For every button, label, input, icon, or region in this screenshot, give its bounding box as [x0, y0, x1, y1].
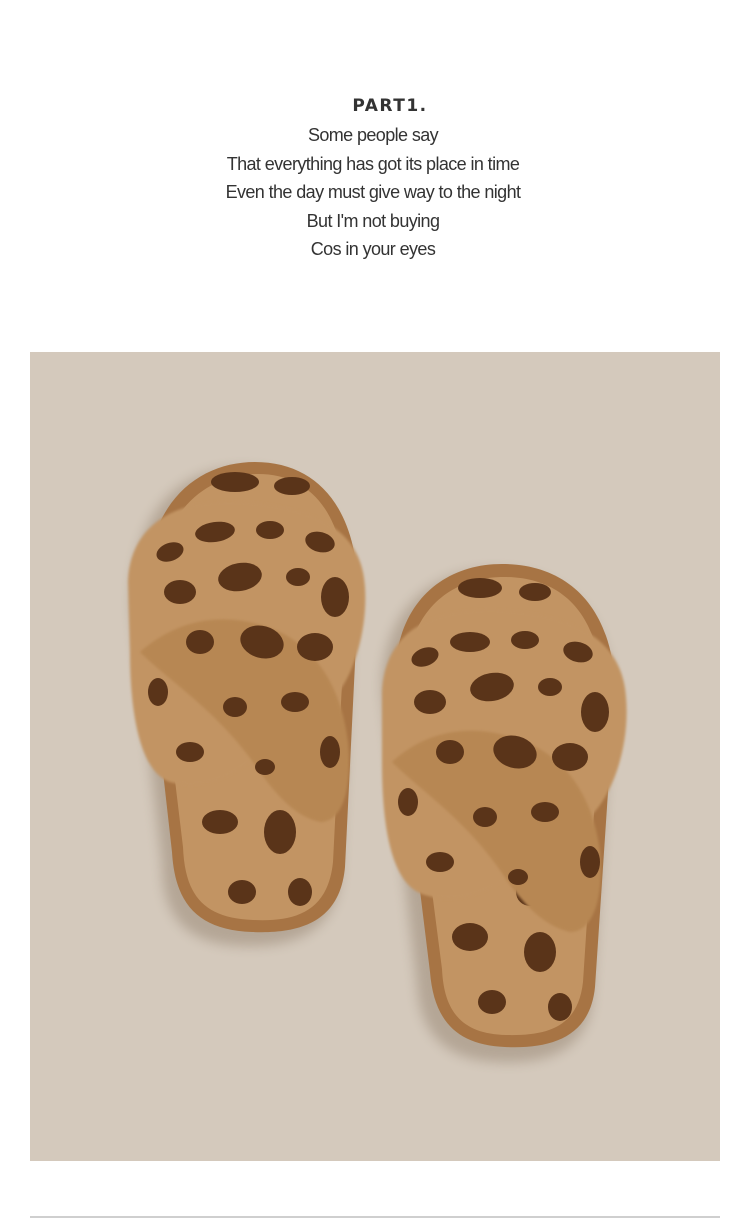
divider — [30, 1216, 720, 1218]
leopard-slippers-icon — [128, 462, 627, 1063]
lyric-line: Cos in your eyes — [310, 239, 436, 259]
lyric-line: Even the day must give way to the night — [225, 182, 521, 202]
lyric-line: Some people say — [307, 125, 439, 145]
lyric-line: That everything has got its place in tim… — [226, 153, 520, 174]
lyric-line: But I'm not buying — [306, 210, 440, 231]
product-photo — [30, 352, 720, 1161]
lyrics-text: Some people say That everything has got … — [0, 121, 746, 264]
section-heading: PART1. — [352, 96, 428, 116]
